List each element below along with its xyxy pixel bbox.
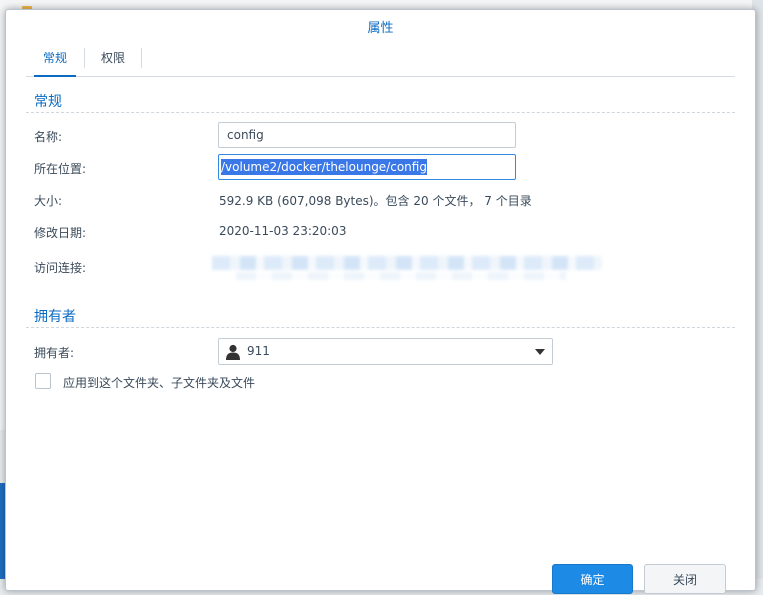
dialog-title: 属性 bbox=[367, 21, 394, 36]
ok-button[interactable]: 确定 bbox=[552, 564, 633, 594]
size-value: 592.9 KB (607,098 Bytes)。包含 20 个文件， 7 个目… bbox=[219, 194, 532, 208]
access-link-value-redacted bbox=[236, 272, 566, 280]
access-link-label: 访问连接: bbox=[34, 261, 87, 275]
tab-general[interactable]: 常规 bbox=[26, 44, 84, 77]
tab-permissions[interactable]: 权限 bbox=[85, 44, 141, 76]
close-button[interactable]: 关闭 bbox=[644, 564, 726, 594]
user-icon bbox=[226, 344, 240, 360]
owner-select[interactable]: 911 bbox=[218, 338, 553, 365]
location-field[interactable]: /volume2/docker/thelounge/config bbox=[218, 154, 516, 180]
apply-recursive-label[interactable]: 应用到这个文件夹、子文件夹及文件 bbox=[63, 374, 255, 391]
modified-date-value: 2020-11-03 23:20:03 bbox=[219, 224, 347, 238]
section-title-owner: 拥有者 bbox=[34, 309, 76, 325]
location-label: 所在位置: bbox=[34, 162, 87, 176]
modified-date-label: 修改日期: bbox=[34, 226, 87, 240]
tab-bar: 常规 权限 bbox=[26, 44, 735, 77]
size-label: 大小: bbox=[34, 194, 63, 208]
section-divider bbox=[26, 327, 735, 329]
owner-label: 拥有者: bbox=[34, 346, 75, 360]
name-input[interactable] bbox=[218, 122, 516, 148]
section-title-general: 常规 bbox=[34, 94, 62, 110]
properties-dialog: 属性 常规 权限 常规 名称: 所在位置: /volume2/docker/th… bbox=[5, 9, 756, 594]
access-link-value-redacted bbox=[212, 256, 602, 270]
apply-recursive-checkbox[interactable] bbox=[35, 373, 51, 389]
chevron-down-icon[interactable] bbox=[535, 349, 545, 355]
owner-value: 911 bbox=[247, 344, 270, 358]
location-value: /volume2/docker/thelounge/config bbox=[221, 159, 427, 175]
tab-divider bbox=[141, 48, 142, 68]
section-divider bbox=[26, 112, 735, 114]
name-label: 名称: bbox=[34, 130, 63, 144]
